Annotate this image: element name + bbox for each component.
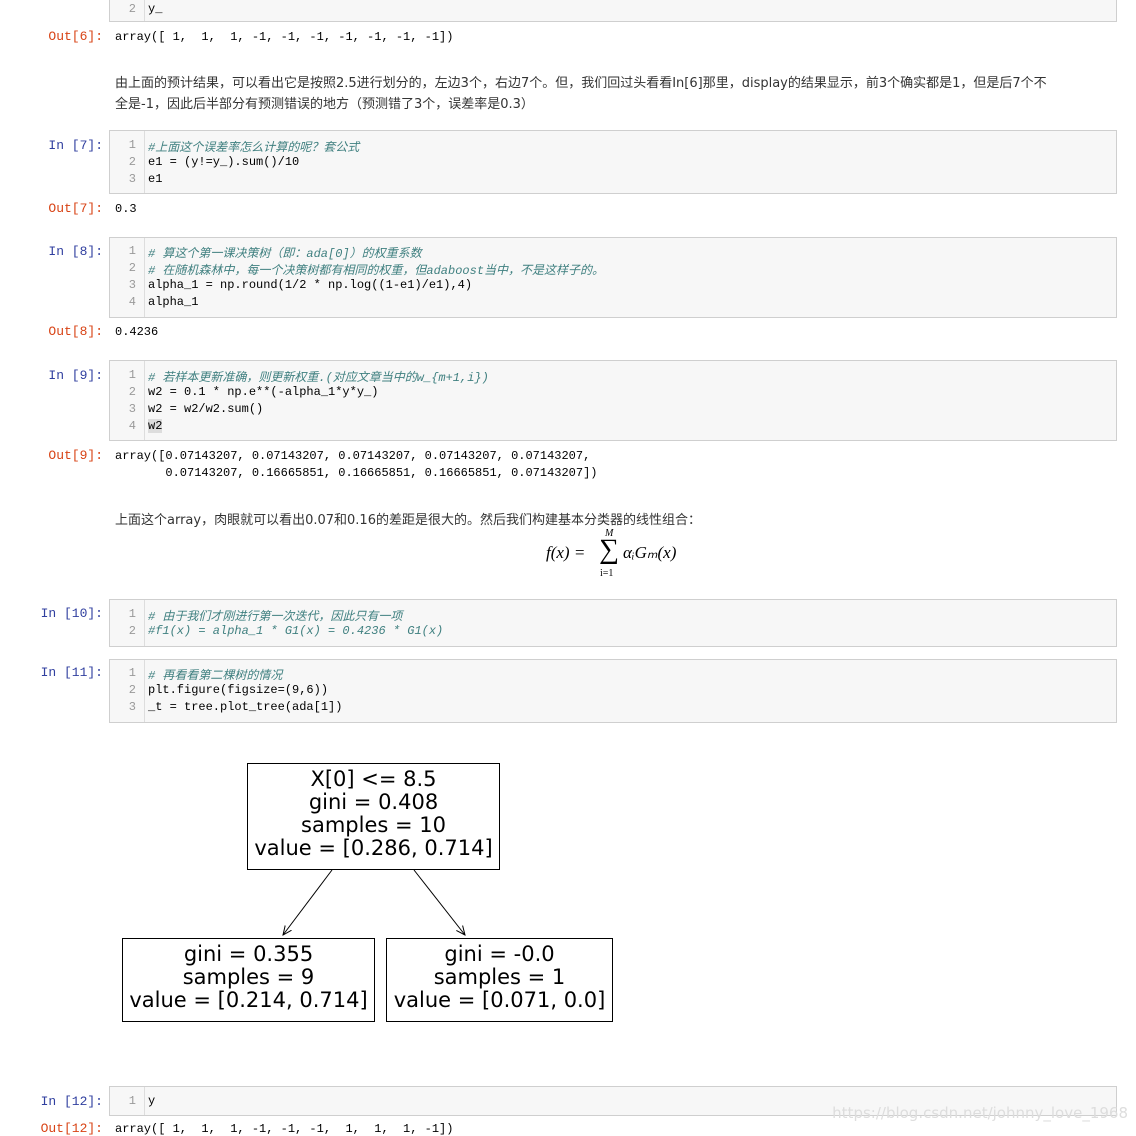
line-number: 1 (128, 1094, 136, 1108)
tree-edge-left (283, 869, 333, 935)
node-text: gini = 0.408 (308, 790, 439, 814)
tree-node-root: X[0] <= 8.5 gini = 0.408 samples = 10 va… (247, 763, 500, 870)
tree-edge-right (413, 869, 465, 935)
node-text: samples = 10 (301, 813, 446, 837)
node-text: X[0] <= 8.5 (310, 767, 437, 791)
tree-node-left: gini = 0.355 samples = 9 value = [0.214,… (122, 938, 375, 1022)
node-text: value = [0.214, 0.714] (129, 988, 368, 1012)
tree-node-right: gini = -0.0 samples = 1 value = [0.071, … (386, 938, 613, 1022)
watermark: https://blog.csdn.net/johnny_love_1968 (832, 1104, 1128, 1122)
out-prompt-12: Out[12]: (40, 1121, 103, 1136)
code-line: y (148, 1094, 156, 1108)
in-prompt-12: In [12]: (40, 1094, 103, 1109)
output-12: array([ 1, 1, 1, -1, -1, -1, 1, 1, 1, -1… (115, 1122, 454, 1136)
node-text: value = [0.071, 0.0] (393, 988, 606, 1012)
node-text: gini = -0.0 (444, 942, 555, 966)
node-text: gini = 0.355 (183, 942, 314, 966)
node-text: value = [0.286, 0.714] (254, 836, 493, 860)
node-text: samples = 9 (182, 965, 315, 989)
node-text: samples = 1 (433, 965, 566, 989)
